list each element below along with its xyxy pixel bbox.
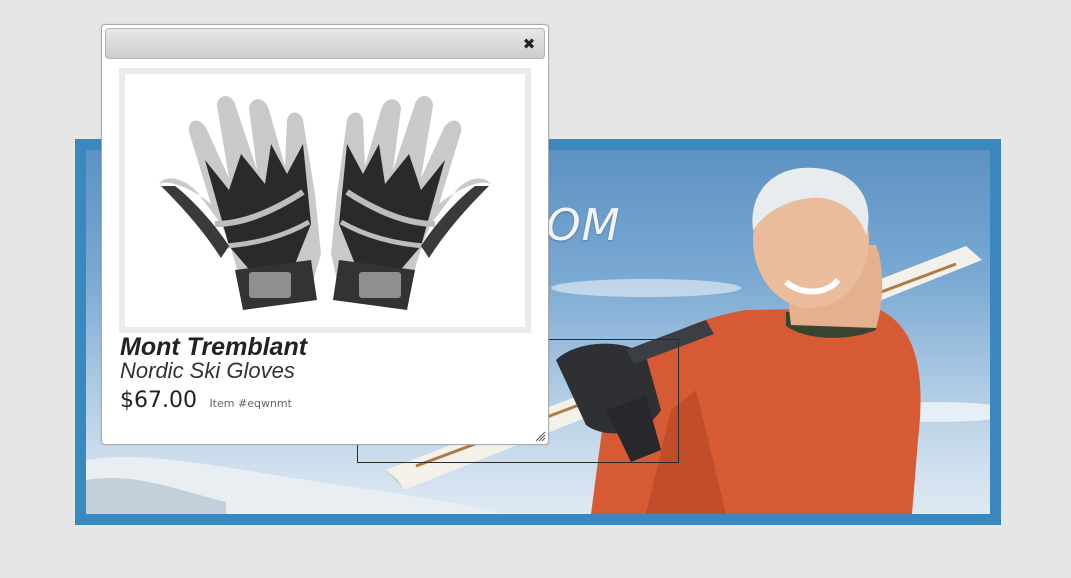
dialog-titlebar[interactable]: ✖	[105, 28, 545, 59]
item-number: Item #eqwnmt	[209, 397, 292, 410]
right-glove-illustration	[331, 95, 491, 310]
product-dialog: ✖ Mont Tremblant Nordic Ski Gloves $67.0…	[101, 24, 549, 445]
left-glove-illustration	[159, 95, 321, 310]
page: OM ✖ Mont Tremblant Nordic Ski Gloves $6…	[0, 0, 1071, 578]
product-price: $67.00	[120, 388, 197, 413]
product-image	[119, 68, 531, 333]
close-icon[interactable]: ✖	[520, 35, 538, 53]
price-row: $67.00 Item #eqwnmt	[120, 388, 292, 413]
ski-gloves-image	[159, 95, 491, 310]
banner-headline: OM	[546, 200, 621, 251]
product-name: Nordic Ski Gloves	[120, 358, 295, 383]
resize-grip-icon[interactable]	[534, 430, 546, 442]
